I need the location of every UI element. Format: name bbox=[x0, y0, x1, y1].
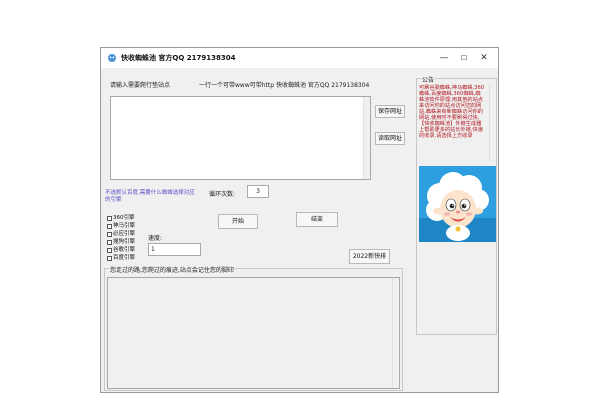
speed-input[interactable]: 1 bbox=[148, 243, 201, 256]
save-urls-button[interactable]: 保存网址 bbox=[375, 105, 405, 118]
engine-hint-text: 不选默认百度,需要什么蜘蛛选择对应的引擎 bbox=[105, 190, 195, 203]
pleasant-goat-image bbox=[419, 166, 496, 242]
notice-title: 公告 bbox=[421, 75, 436, 84]
url-prompt-label: 请输入需要爬行垫站点 bbox=[110, 82, 171, 89]
checkbox-square bbox=[107, 216, 112, 221]
log-title: 您走过的路,您爬过的痕迹,站点会记住您的脚印 bbox=[109, 265, 235, 274]
title-bar: 快收蜘蛛池 官方QQ 2179138304 — ☐ ✕ bbox=[101, 48, 498, 68]
checkbox-square bbox=[107, 224, 112, 229]
url-textarea-scrollbar[interactable] bbox=[363, 97, 370, 179]
url-textarea[interactable] bbox=[110, 96, 371, 180]
loop-count-label: 循环次数: bbox=[209, 191, 236, 198]
engine-checkbox-baidu[interactable]: 百度引擎 bbox=[107, 255, 147, 262]
window-title: 快收蜘蛛池 官方QQ 2179138304 bbox=[121, 54, 236, 62]
log-group: 您走过的路,您爬过的痕迹,站点会记住您的脚印 bbox=[104, 265, 403, 391]
checkbox-square bbox=[107, 256, 112, 261]
engine-checkbox-sogou[interactable]: 搜狗引擎 bbox=[107, 239, 147, 246]
engine-checkbox-shenma[interactable]: 神马引擎 bbox=[107, 223, 147, 230]
engine-checkbox-360[interactable]: 360引擎 bbox=[107, 215, 147, 222]
engine-checkbox-bing[interactable]: 必应引擎 bbox=[107, 231, 147, 238]
stop-button[interactable]: 结束 bbox=[296, 212, 338, 227]
app-window: 快收蜘蛛池 官方QQ 2179138304 — ☐ ✕ 请输入需要爬行垫站点 一… bbox=[100, 47, 499, 393]
notice-scrollbar[interactable] bbox=[489, 85, 496, 162]
loop-count-input[interactable]: 3 bbox=[247, 185, 269, 198]
checkbox-square bbox=[107, 248, 112, 253]
sheep-app-icon bbox=[108, 54, 116, 62]
close-button[interactable]: ✕ bbox=[474, 50, 494, 66]
url-hint-label: 一行一个可带www可带http 快收蜘蛛池 官方QQ 2179138304 bbox=[199, 82, 370, 89]
checkbox-square bbox=[107, 240, 112, 245]
start-button[interactable]: 开始 bbox=[218, 214, 258, 229]
minimize-button[interactable]: — bbox=[434, 50, 454, 66]
notice-text: 可刷谷歌蜘蛛,神马蜘蛛,360蜘蛛,百度蜘蛛,360蜘蛛,蜘蛛池软件原理:用其他… bbox=[419, 85, 485, 139]
maximize-button[interactable]: ☐ bbox=[454, 50, 474, 66]
checkbox-square bbox=[107, 232, 112, 237]
notice-group: 公告 可刷谷歌蜘蛛,神马蜘蛛,360蜘蛛,百度蜘蛛,360蜘蛛,蜘蛛池软件原理:… bbox=[416, 75, 497, 335]
load-urls-button[interactable]: 读取网址 bbox=[375, 132, 405, 145]
new-ranking-button[interactable]: 2022新快排 bbox=[349, 249, 390, 264]
speed-label: 速度: bbox=[148, 235, 163, 242]
engine-checkbox-google[interactable]: 谷歌引擎 bbox=[107, 247, 147, 254]
log-textarea[interactable] bbox=[107, 277, 400, 389]
log-textarea-scrollbar[interactable] bbox=[392, 278, 399, 388]
